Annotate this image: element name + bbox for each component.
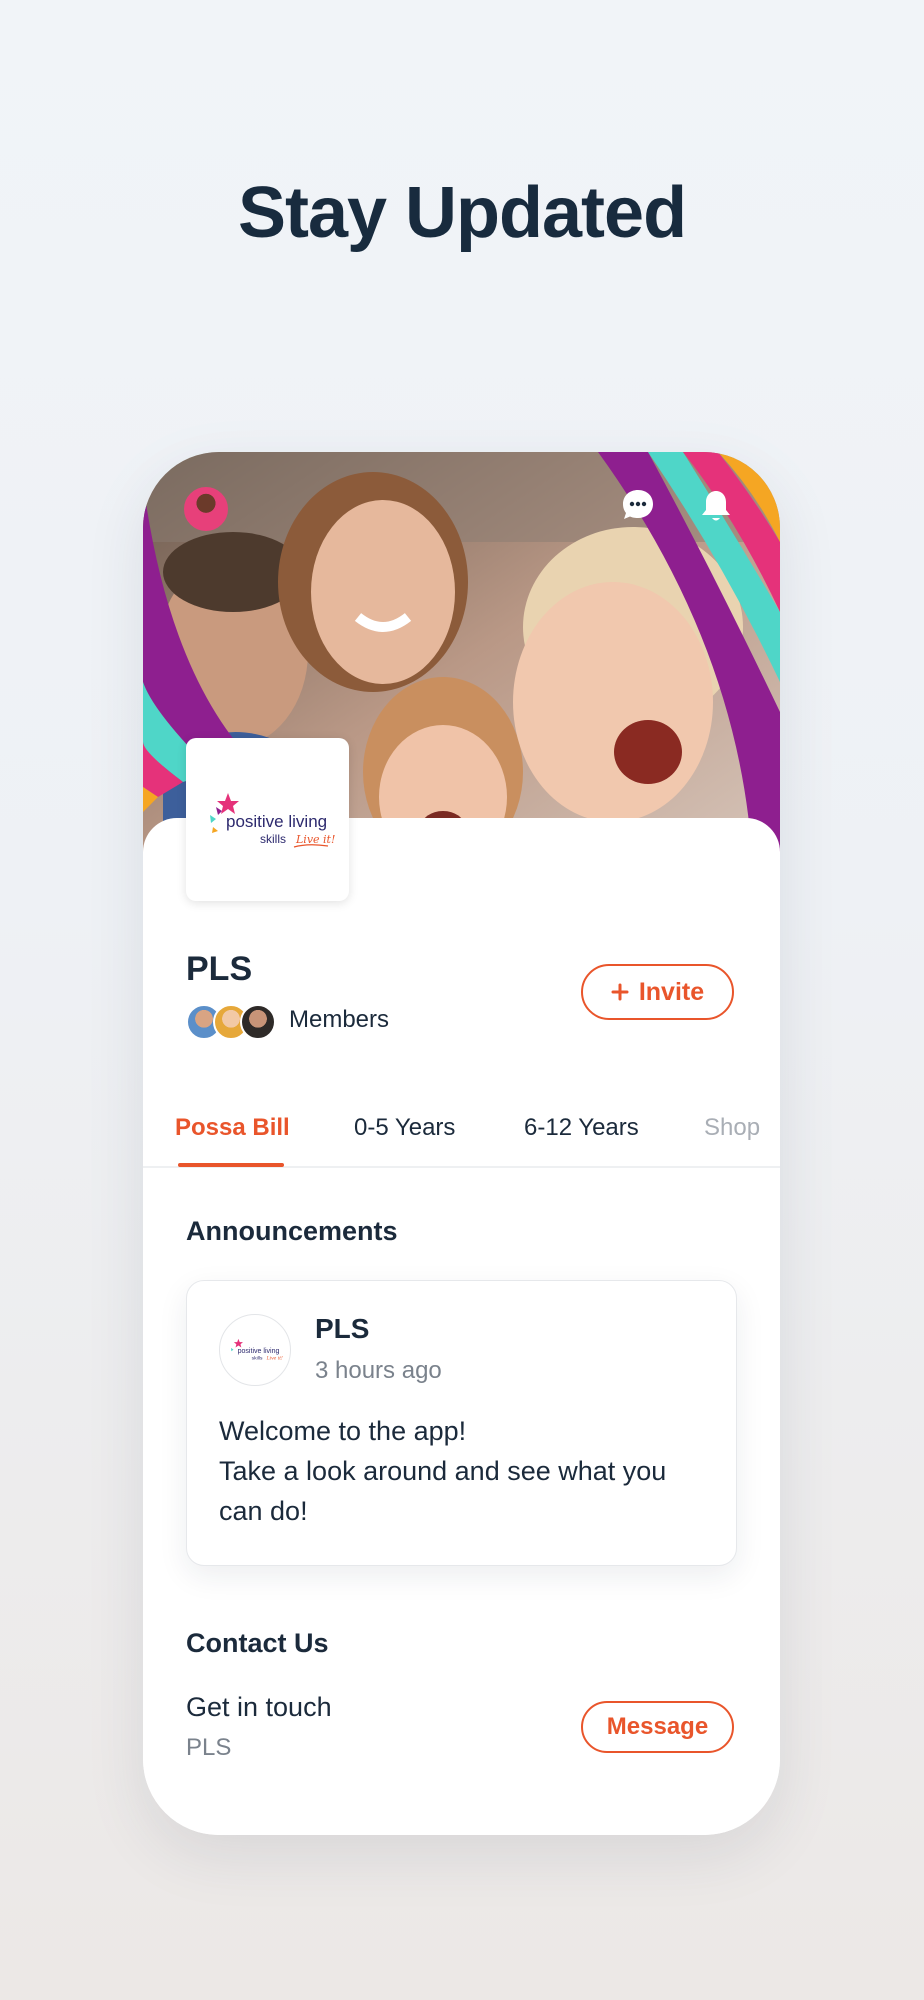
phone-screen: positive living skills Live it! PLS Memb… xyxy=(143,452,780,1835)
group-name: PLS xyxy=(186,950,253,988)
tab-possa-bill[interactable]: Possa Bill xyxy=(175,1114,290,1142)
announcement-time: 3 hours ago xyxy=(315,1357,442,1384)
svg-text:positive living: positive living xyxy=(226,812,327,831)
plus-icon xyxy=(611,983,629,1001)
svg-text:Live it!: Live it! xyxy=(295,833,335,846)
announcement-avatar: positive living skills Live it! xyxy=(219,1314,291,1386)
member-avatars[interactable] xyxy=(186,1004,276,1040)
svg-text:skills: skills xyxy=(260,832,286,846)
announcements-title: Announcements xyxy=(186,1216,398,1246)
tab-6-12-years[interactable]: 6-12 Years xyxy=(524,1114,639,1142)
invite-button[interactable]: Invite xyxy=(581,964,734,1020)
group-logo: positive living skills Live it! xyxy=(186,738,349,901)
profile-avatar[interactable] xyxy=(184,487,228,531)
positive-living-logo: positive living skills Live it! xyxy=(209,792,335,848)
contact-title: Contact Us xyxy=(186,1628,329,1658)
contact-sub: PLS xyxy=(186,1734,232,1761)
members-label[interactable]: Members xyxy=(289,1006,389,1034)
announcement-line: Take a look around and see what you xyxy=(219,1456,667,1486)
contact-line: Get in touch xyxy=(186,1692,332,1722)
announcement-line: Welcome to the app! xyxy=(219,1416,467,1446)
announcement-card[interactable]: positive living skills Live it! PLS 3 ho… xyxy=(186,1280,737,1566)
bell-icon[interactable] xyxy=(699,488,743,532)
announcement-author: PLS xyxy=(315,1313,370,1344)
active-tab-indicator xyxy=(178,1163,284,1167)
svg-text:skills: skills xyxy=(252,1356,263,1362)
message-button[interactable]: Message xyxy=(581,1701,734,1753)
svg-text:Live it!: Live it! xyxy=(266,1356,283,1362)
headline: Stay Updated xyxy=(237,173,687,253)
invite-label: Invite xyxy=(638,977,705,1006)
tab-0-5-years[interactable]: 0-5 Years xyxy=(354,1114,455,1142)
svg-text:positive living: positive living xyxy=(238,1348,280,1355)
announcement-line: can do! xyxy=(219,1496,308,1526)
chat-bubble-icon[interactable] xyxy=(621,488,665,532)
announcement-body: Welcome to the app! Take a look around a… xyxy=(219,1411,719,1531)
tab-bar: Possa Bill 0-5 Years 6-12 Years Shop xyxy=(143,1102,780,1168)
tab-shop[interactable]: Shop xyxy=(704,1114,760,1142)
